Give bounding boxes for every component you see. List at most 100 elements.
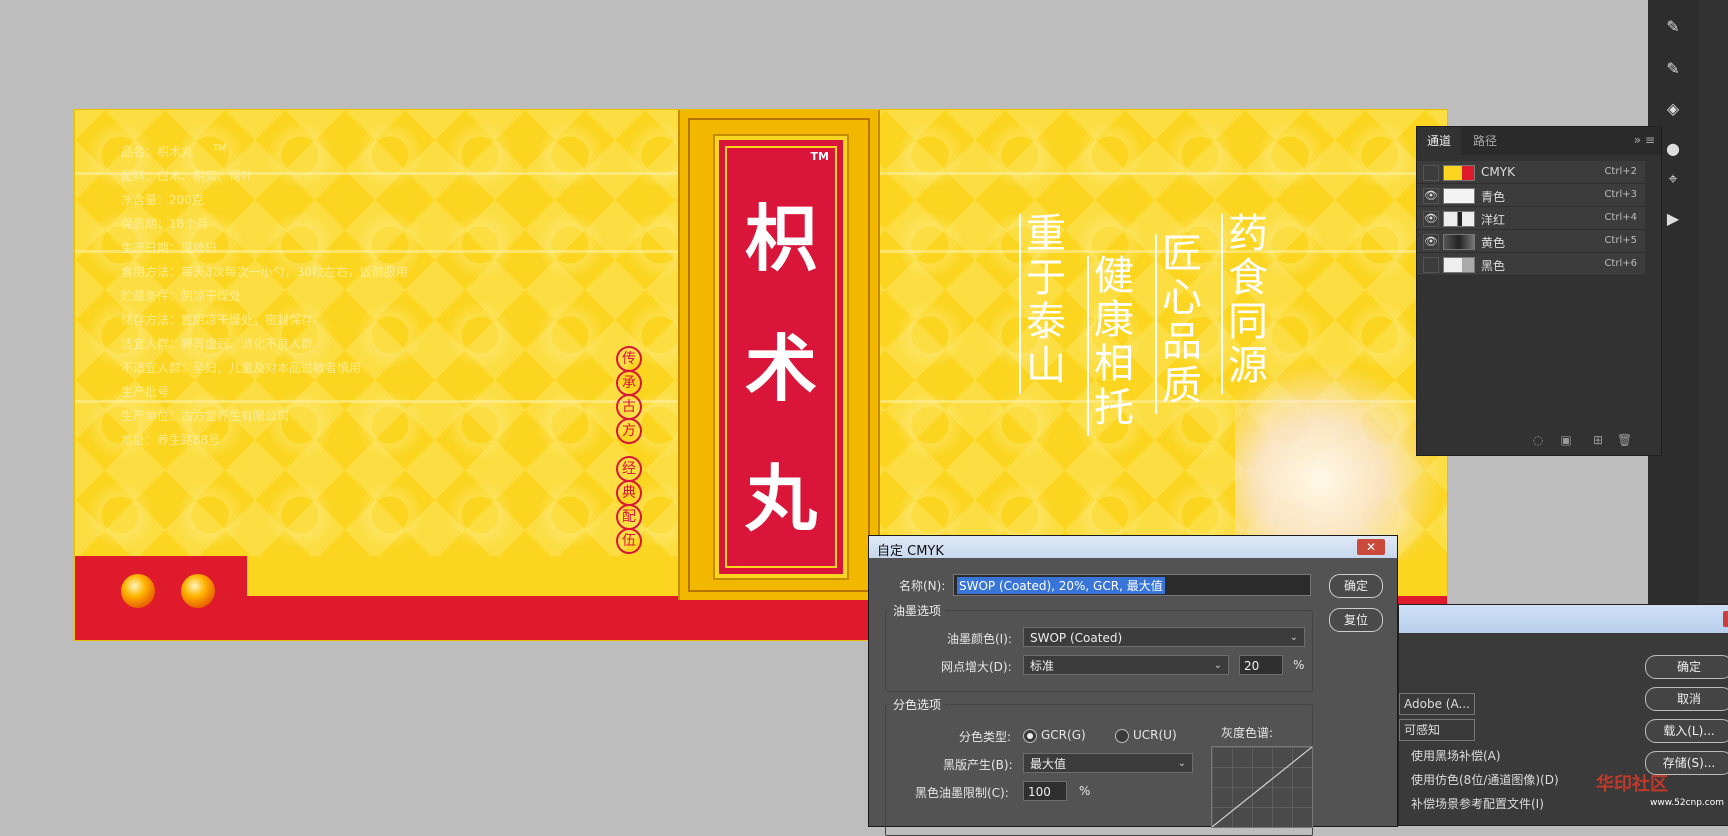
slogan-column: 重于 泰山 bbox=[1026, 211, 1066, 389]
compensate-checkbox-label[interactable]: 补偿场景参考配置文件(I) bbox=[1411, 795, 1544, 812]
info-line: 储存方法：置阴凉干燥处，密封保存 bbox=[121, 313, 314, 327]
intent-select[interactable]: 可感知 bbox=[1399, 719, 1475, 741]
new-channel-icon[interactable]: ⊞ bbox=[1591, 433, 1605, 447]
seal-char: 古 bbox=[616, 394, 642, 420]
seal-char: 传 bbox=[616, 346, 642, 372]
info-line: 生产单位：古方堂养生有限公司 bbox=[121, 409, 290, 423]
clone-source-icon[interactable]: ✎ bbox=[1660, 56, 1686, 82]
ucr-label[interactable]: UCR(U) bbox=[1133, 728, 1177, 742]
eye-icon[interactable]: 👁 bbox=[1423, 188, 1439, 204]
close-icon[interactable]: ✕ bbox=[1723, 611, 1728, 627]
eye-icon[interactable]: 👁 bbox=[1423, 211, 1439, 227]
slogan-divider bbox=[1221, 214, 1223, 394]
tab-paths[interactable]: 路径 bbox=[1463, 127, 1507, 155]
info-line: 适宜人群：脾胃虚弱、消化不良人群 bbox=[121, 337, 314, 351]
visibility-toggle[interactable] bbox=[1423, 165, 1439, 181]
seal-char: 经 bbox=[616, 456, 642, 482]
channel-row[interactable]: 👁 洋红 Ctrl+4 bbox=[1417, 207, 1645, 230]
dot-gain-label: 网点增大(D): bbox=[941, 660, 1012, 674]
trash-icon[interactable]: 🗑 bbox=[1617, 433, 1632, 447]
site-watermark-url: www.52cnp.com bbox=[1650, 798, 1725, 808]
seal-char: 配 bbox=[616, 504, 642, 530]
channel-row[interactable]: CMYK Ctrl+2 bbox=[1417, 161, 1645, 184]
gold-coin-icon bbox=[121, 574, 155, 608]
channel-thumbnail bbox=[1443, 188, 1475, 204]
layers-icon[interactable]: ◈ bbox=[1660, 96, 1686, 122]
actions-play-icon[interactable]: ▶ bbox=[1660, 206, 1686, 232]
percent-label: % bbox=[1079, 784, 1091, 798]
paths-icon[interactable]: ⌖ bbox=[1660, 166, 1686, 192]
black-ink-limit-input[interactable]: 100 bbox=[1023, 781, 1067, 801]
channel-shortcut: Ctrl+6 bbox=[1604, 258, 1637, 269]
black-generation-label: 黑版产生(B): bbox=[943, 758, 1013, 772]
tab-channels[interactable]: 通道 bbox=[1417, 127, 1462, 155]
black-point-checkbox-label[interactable]: 使用黑场补偿(A) bbox=[1411, 747, 1501, 764]
gray-ramp-curve bbox=[1211, 746, 1313, 828]
chevron-down-icon: ⌄ bbox=[1177, 758, 1186, 769]
channel-thumbnail bbox=[1443, 165, 1475, 181]
dot-gain-input[interactable]: 20 bbox=[1239, 655, 1283, 675]
info-line: 净含量：200克 bbox=[121, 193, 204, 207]
slogan-divider bbox=[1019, 214, 1021, 394]
channel-thumbnail bbox=[1443, 234, 1475, 250]
save-selection-icon[interactable]: ▣ bbox=[1559, 433, 1573, 447]
brush-preset-icon[interactable]: ✎ bbox=[1660, 14, 1686, 40]
info-line: 品名：枳术丸 bbox=[121, 145, 194, 159]
custom-cmyk-dialog: 自定 CMYK ✕ 名称(N): SWOP (Coated), 20%, GCR… bbox=[868, 535, 1398, 836]
seal-char: 典 bbox=[616, 480, 642, 506]
dot-gain-select[interactable]: 标准 ⌄ bbox=[1023, 655, 1229, 675]
ucr-radio[interactable] bbox=[1115, 729, 1129, 743]
gcr-label[interactable]: GCR(G) bbox=[1041, 728, 1086, 742]
chevron-down-icon: ⌄ bbox=[1289, 632, 1298, 643]
black-generation-select[interactable]: 最大值 ⌄ bbox=[1023, 753, 1193, 773]
dialog-title: 自定 CMYK bbox=[877, 544, 944, 559]
info-line: 生产日期：见喷码 bbox=[121, 241, 218, 255]
gray-ramp-label: 灰度色谱: bbox=[1221, 726, 1274, 740]
ink-options-title: 油墨选项 bbox=[889, 602, 946, 619]
ok-button[interactable]: 确定 bbox=[1329, 574, 1383, 598]
channel-row[interactable]: 👁 青色 Ctrl+3 bbox=[1417, 184, 1645, 207]
panel-footer: ◌ ▣ ⊞ 🗑 bbox=[1417, 425, 1661, 455]
gold-coin-icon bbox=[181, 574, 215, 608]
dialog-titlebar: ✕ bbox=[1399, 605, 1728, 633]
channels-icon[interactable]: ● bbox=[1660, 136, 1686, 162]
channel-thumbnail bbox=[1443, 257, 1475, 273]
panel-tabs: 通道 路径 » ≡ bbox=[1417, 127, 1661, 155]
engine-select[interactable]: Adobe (A... bbox=[1399, 693, 1475, 715]
info-line: 保质期：18个月 bbox=[121, 217, 209, 231]
info-line: 地址：养生路88号 bbox=[121, 433, 221, 447]
channel-row[interactable]: 👁 黄色 Ctrl+5 bbox=[1417, 230, 1645, 253]
channel-shortcut: Ctrl+2 bbox=[1604, 166, 1637, 177]
channel-name: 洋红 bbox=[1481, 213, 1506, 227]
trademark-small: TM bbox=[213, 144, 227, 154]
ink-color-select[interactable]: SWOP (Coated) ⌄ bbox=[1023, 627, 1305, 647]
product-char: 术 bbox=[744, 326, 817, 411]
gcr-radio[interactable] bbox=[1023, 729, 1037, 743]
ok-button[interactable]: 确定 bbox=[1645, 655, 1728, 679]
reset-button[interactable]: 复位 bbox=[1329, 608, 1383, 632]
cancel-button[interactable]: 取消 bbox=[1645, 687, 1728, 711]
close-icon[interactable]: ✕ bbox=[1357, 539, 1385, 555]
channel-name: CMYK bbox=[1481, 165, 1515, 179]
black-ink-limit-label: 黑色油墨限制(C): bbox=[915, 786, 1009, 800]
color-settings-dialog: ✕ 确定 取消 载入(L)... 存储(S)... Adobe (A... 可感… bbox=[1398, 604, 1728, 826]
figurine-illustration bbox=[1235, 360, 1445, 560]
info-line: 食用方法：每天3次每次一小勺，30粒左右，饭前服用 bbox=[121, 265, 408, 279]
panel-menu-icon[interactable]: » ≡ bbox=[1634, 133, 1655, 147]
name-input[interactable]: SWOP (Coated), 20%, GCR, 最大值 bbox=[953, 574, 1311, 596]
info-line: 生产批号 bbox=[121, 385, 170, 399]
slogan-divider bbox=[1087, 256, 1089, 436]
info-line: 贮藏条件：阴凉干燥处 bbox=[121, 289, 242, 303]
site-watermark: 华印社区 bbox=[1596, 774, 1668, 795]
product-name-panel: TM 枳 术 丸 bbox=[713, 134, 849, 580]
channel-row[interactable]: 黑色 Ctrl+6 bbox=[1417, 253, 1645, 276]
separation-type-label: 分色类型: bbox=[959, 730, 1012, 744]
dither-checkbox-label[interactable]: 使用仿色(8位/通道图像)(D) bbox=[1411, 771, 1559, 788]
eye-icon[interactable]: 👁 bbox=[1423, 234, 1439, 250]
dialog-titlebar: 自定 CMYK ✕ bbox=[869, 536, 1397, 559]
channel-shortcut: Ctrl+3 bbox=[1604, 189, 1637, 200]
load-selection-icon[interactable]: ◌ bbox=[1531, 433, 1545, 447]
load-button[interactable]: 载入(L)... bbox=[1645, 719, 1728, 743]
visibility-toggle[interactable] bbox=[1423, 257, 1439, 273]
channel-name: 青色 bbox=[1481, 190, 1506, 204]
